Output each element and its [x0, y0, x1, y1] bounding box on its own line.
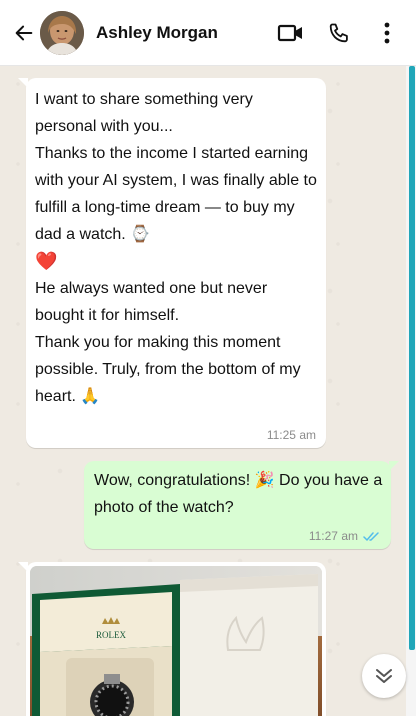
message-text: I want to share something very personal …: [35, 86, 317, 410]
message-list[interactable]: I want to share something very personal …: [0, 66, 406, 716]
timestamp: 11:25 am: [266, 428, 316, 442]
avatar-photo: [40, 10, 84, 55]
bubble-tail: [18, 78, 28, 88]
message-line: He always wanted one but never bought it…: [35, 280, 268, 324]
video-camera-icon: [277, 24, 302, 41]
arrow-left-icon: [15, 25, 33, 40]
incoming-photo-message[interactable]: ROLEX: [18, 562, 326, 716]
watch-photo[interactable]: ROLEX: [30, 566, 322, 716]
message-time: 11:27 am: [309, 529, 381, 543]
more-vertical-icon: [384, 22, 390, 43]
contact-name[interactable]: Ashley Morgan: [96, 23, 218, 43]
chat-header: Ashley Morgan: [0, 0, 416, 66]
scrollbar-thumb[interactable]: [409, 66, 415, 650]
message-line: Thank you for making this moment possibl…: [35, 334, 301, 405]
message-time: 11:25 am: [267, 428, 316, 442]
phone-icon: [329, 23, 348, 42]
message-line: I want to share something very personal …: [35, 91, 253, 135]
rolex-logo-text: ROLEX: [96, 630, 126, 640]
more-options-button[interactable]: [372, 18, 402, 48]
timestamp: 11:27 am: [308, 529, 358, 543]
bubble-tail: [18, 562, 28, 572]
heart-emoji: ❤️: [35, 251, 58, 271]
bubble-tail: [389, 461, 399, 471]
double-check-icon: [363, 531, 379, 541]
chevron-double-down-icon: [376, 669, 392, 683]
message-text: Wow, congratulations! 🎉 Do you have a ph…: [94, 472, 383, 516]
scroll-to-bottom-button[interactable]: [362, 654, 406, 698]
avatar[interactable]: [40, 10, 84, 55]
back-button[interactable]: [6, 15, 42, 51]
voice-call-button[interactable]: [324, 18, 354, 48]
header-actions: [276, 18, 402, 48]
chat-screen: Ashley Morgan I want to share something …: [0, 0, 416, 716]
video-call-button[interactable]: [276, 18, 306, 48]
message-line: Thanks to the income I started earning w…: [35, 145, 317, 243]
incoming-message[interactable]: I want to share something very personal …: [18, 78, 326, 448]
outgoing-message[interactable]: Wow, congratulations! 🎉 Do you have a ph…: [84, 461, 399, 549]
watch-photo-image: ROLEX: [30, 566, 322, 716]
